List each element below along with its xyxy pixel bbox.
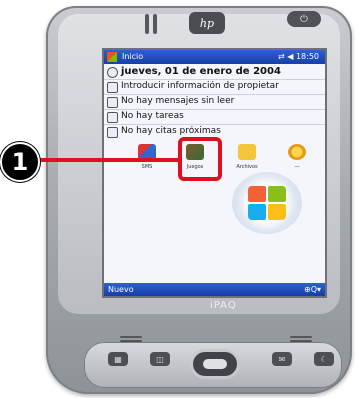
mail-hardware-button[interactable]: ✉ (272, 352, 292, 366)
folder-icon (238, 144, 256, 160)
divider (104, 124, 325, 125)
input-panel-icon[interactable]: ⊕Q▾ (304, 285, 321, 294)
divider (104, 109, 325, 110)
speaker-slot (145, 14, 149, 34)
annotation-step-number: 1 (0, 142, 40, 182)
title-bar: Inicio ⇄ ◀ 18:50 (104, 50, 325, 64)
today-row-owner[interactable]: Introducir información de propietar (104, 81, 325, 93)
today-row-tasks[interactable]: No hay tareas (104, 111, 325, 123)
speaker-slot (153, 14, 157, 34)
clock-icon (107, 67, 118, 78)
windows-flag-logo (232, 172, 302, 234)
calendar-hardware-button[interactable]: ▦ (108, 352, 128, 366)
divider (104, 79, 325, 80)
window-title: Inicio (122, 52, 144, 61)
settings-icon (288, 144, 306, 160)
today-row-messages[interactable]: No hay mensajes sin leer (104, 96, 325, 108)
home-hardware-button[interactable]: ☾ (314, 352, 334, 366)
contact-icon (107, 82, 118, 93)
power-button[interactable]: ⏻ (287, 11, 321, 27)
start-menu-icon[interactable] (107, 52, 117, 62)
contacts-hardware-button[interactable]: ◫ (150, 352, 170, 366)
hp-logo: hp (189, 12, 225, 34)
softkey-new[interactable]: Nuevo (108, 285, 134, 294)
app-settings[interactable]: — (280, 140, 314, 178)
calendar-icon (107, 127, 118, 138)
status-indicators[interactable]: ⇄ ◀ 18:50 (278, 52, 319, 61)
annotation-pointer-line (34, 158, 180, 162)
divider (104, 94, 325, 95)
annotation-highlight-box (178, 137, 222, 181)
task-icon (107, 112, 118, 123)
model-label: iPAQ (210, 300, 237, 311)
navigation-dpad[interactable] (193, 352, 237, 376)
mail-icon (107, 97, 118, 108)
softkey-bar: Nuevo ⊕Q▾ (104, 283, 325, 296)
today-row-date[interactable]: jueves, 01 de enero de 2004 (104, 66, 325, 78)
